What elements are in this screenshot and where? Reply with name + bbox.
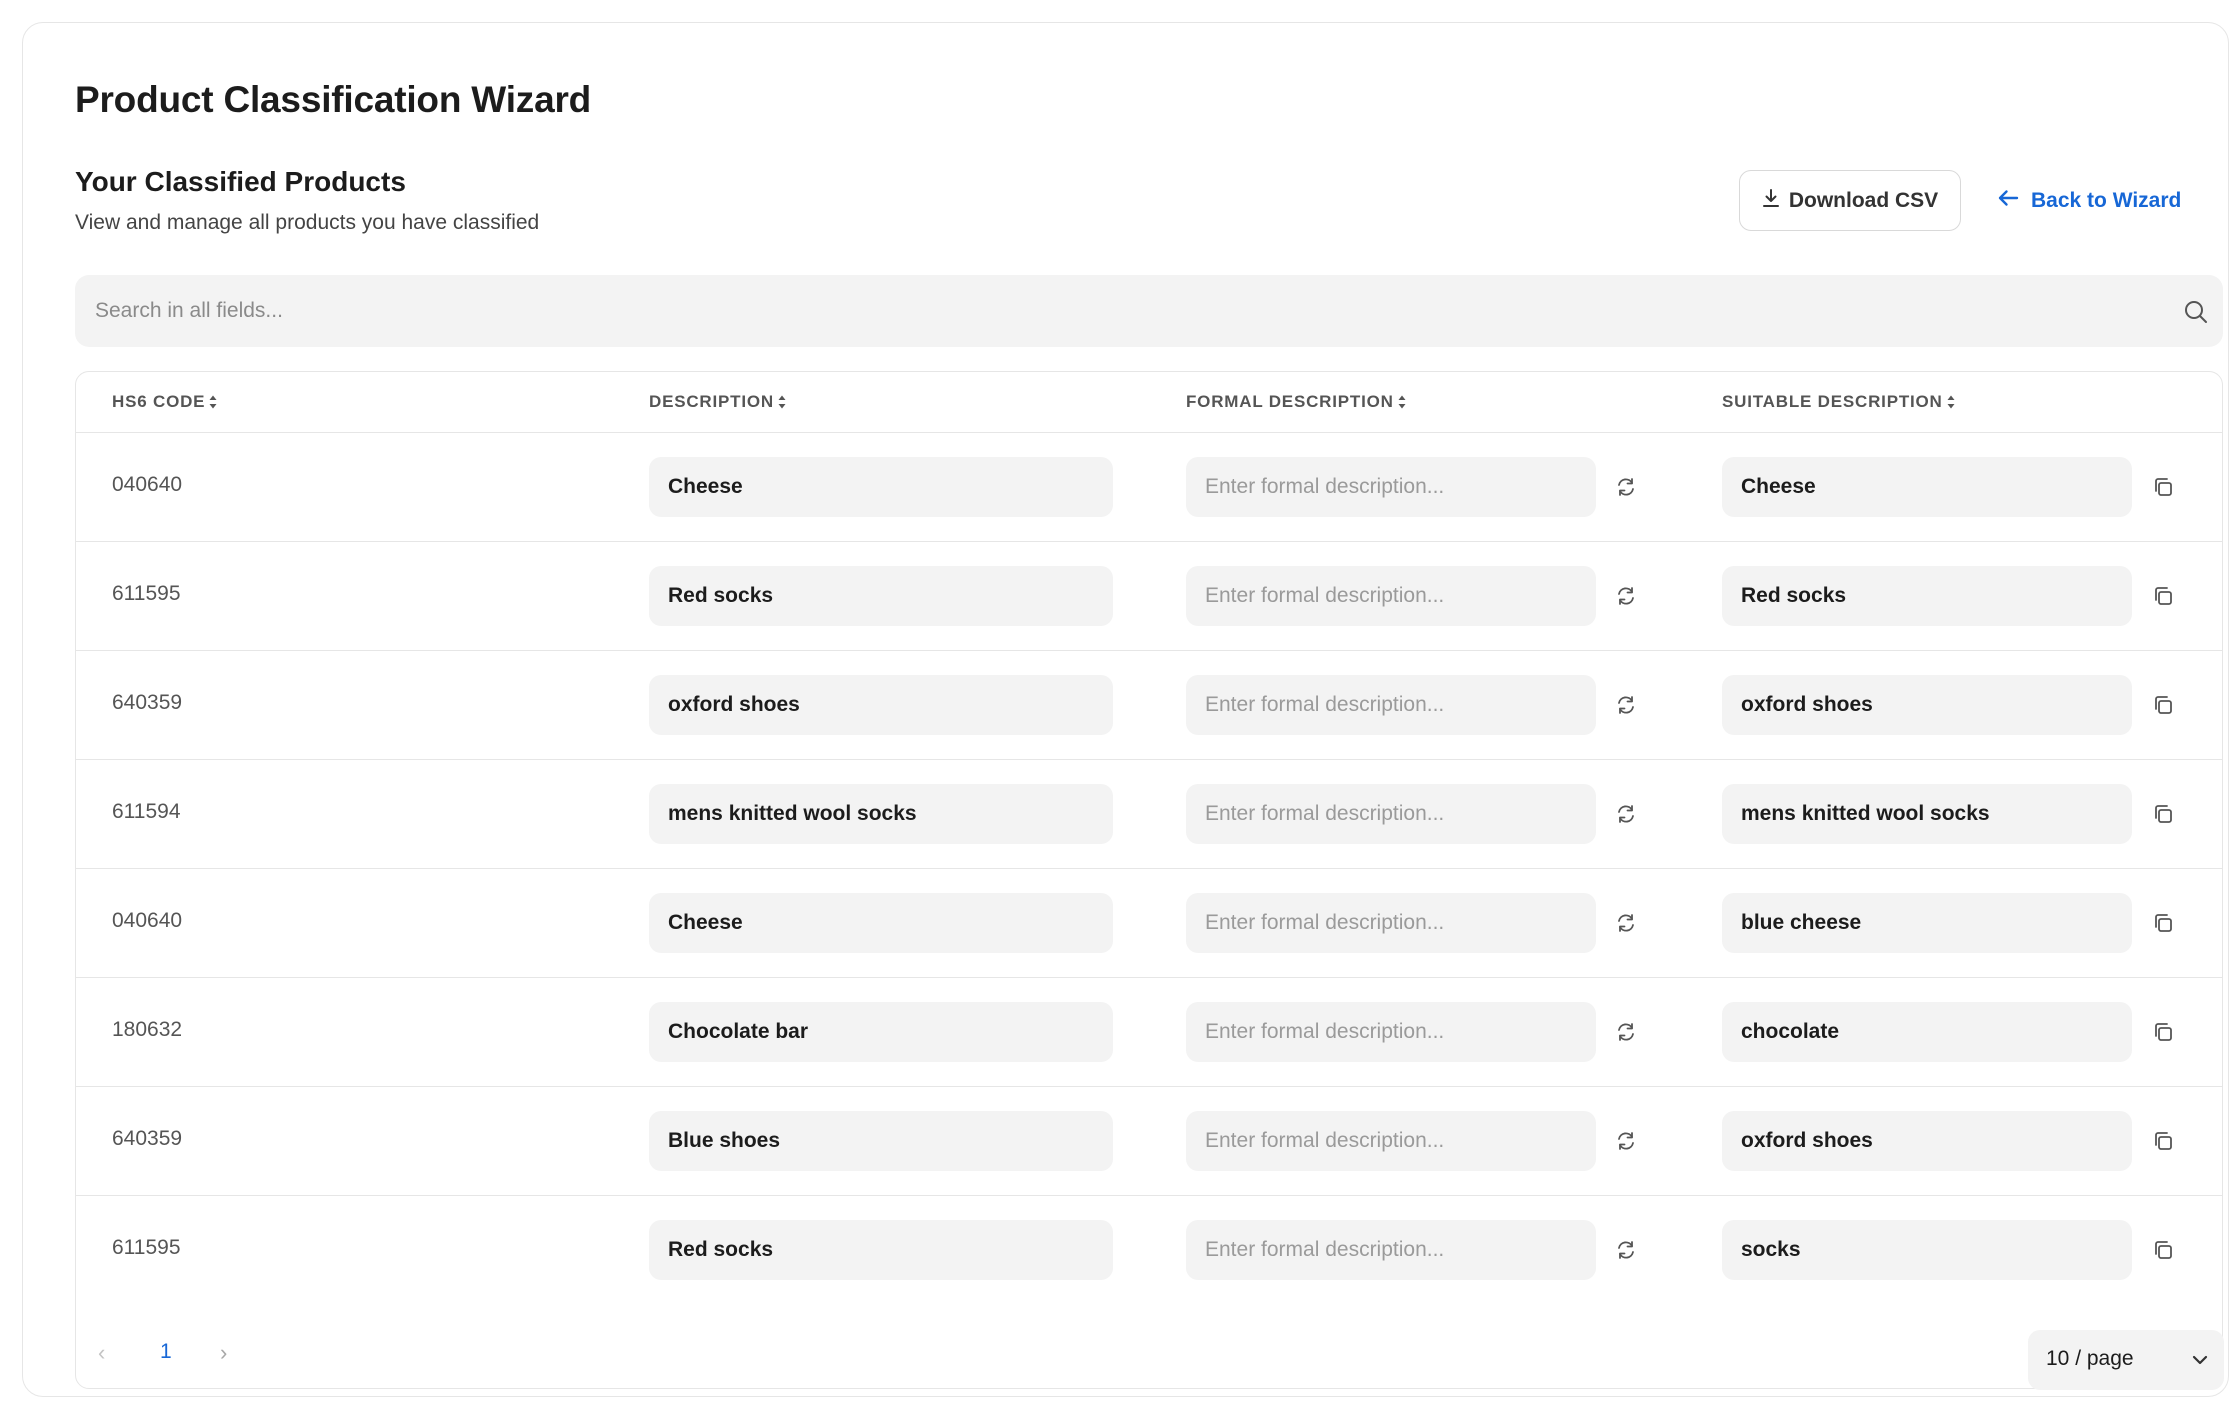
- hs6-code: 640359: [112, 691, 183, 714]
- table-row: 040640: [76, 869, 2222, 978]
- description-input[interactable]: [649, 1002, 1113, 1062]
- suitable-description-input[interactable]: [1722, 893, 2132, 953]
- formal-description-input[interactable]: [1186, 457, 1596, 517]
- refresh-icon[interactable]: [1612, 691, 1640, 719]
- formal-description-input[interactable]: [1186, 784, 1596, 844]
- pagination-next-button[interactable]: ›: [220, 1340, 227, 1366]
- refresh-icon[interactable]: [1612, 1018, 1640, 1046]
- refresh-icon[interactable]: [1612, 800, 1640, 828]
- description-input[interactable]: [649, 1220, 1113, 1280]
- table-row: 640359: [76, 651, 2222, 760]
- description-input[interactable]: [649, 1111, 1113, 1171]
- table-row: 180632: [76, 978, 2222, 1087]
- column-header-suitable-description[interactable]: SUITABLE DESCRIPTION: [1722, 392, 1956, 412]
- back-to-wizard-link[interactable]: Back to Wizard: [1997, 170, 2197, 231]
- page-title: Product Classification Wizard: [75, 79, 592, 120]
- page-size-value: 10 / page: [2046, 1347, 2134, 1370]
- copy-icon[interactable]: [2149, 1018, 2177, 1046]
- refresh-icon[interactable]: [1612, 909, 1640, 937]
- hs6-code: 611595: [112, 582, 181, 605]
- description-input[interactable]: [649, 675, 1113, 735]
- chevron-down-icon: [2190, 1350, 2210, 1375]
- formal-description-input[interactable]: [1186, 675, 1596, 735]
- suitable-description-input[interactable]: [1722, 1002, 2132, 1062]
- formal-description-input[interactable]: [1186, 1111, 1596, 1171]
- column-header-formal-description[interactable]: FORMAL DESCRIPTION: [1186, 392, 1407, 412]
- sort-icon: [209, 395, 217, 409]
- description-input[interactable]: [649, 457, 1113, 517]
- download-icon: [1762, 188, 1780, 214]
- copy-icon[interactable]: [2149, 1127, 2177, 1155]
- copy-icon[interactable]: [2149, 909, 2177, 937]
- download-csv-button[interactable]: Download CSV: [1739, 170, 1961, 231]
- arrow-left-icon: [1997, 188, 2019, 214]
- copy-icon[interactable]: [2149, 1236, 2177, 1264]
- hs6-code: 040640: [112, 909, 183, 932]
- download-csv-label: Download CSV: [1788, 188, 1939, 212]
- table-header: HS6 CODE DESCRIPTION FORMAL DESCRIPTION …: [76, 372, 2222, 433]
- suitable-description-input[interactable]: [1722, 784, 2132, 844]
- copy-icon[interactable]: [2149, 582, 2177, 610]
- description-input[interactable]: [649, 566, 1113, 626]
- suitable-description-input[interactable]: [1722, 457, 2132, 517]
- table-row: 611595: [76, 542, 2222, 651]
- refresh-icon[interactable]: [1612, 1127, 1640, 1155]
- hs6-code: 611594: [112, 800, 181, 823]
- search-bar: [75, 275, 2223, 347]
- column-header-hs6-code[interactable]: HS6 CODE: [112, 392, 218, 412]
- hs6-code: 611595: [112, 1236, 181, 1259]
- copy-icon[interactable]: [2149, 473, 2177, 501]
- hs6-code: 180632: [112, 1018, 183, 1041]
- back-to-wizard-label: Back to Wizard: [2031, 188, 2182, 212]
- table-row: 640359: [76, 1087, 2222, 1196]
- description-input[interactable]: [649, 893, 1113, 953]
- refresh-icon[interactable]: [1612, 1236, 1640, 1264]
- section-subtitle: View and manage all products you have cl…: [75, 211, 540, 234]
- table-row: 040640: [76, 433, 2222, 542]
- formal-description-input[interactable]: [1186, 1002, 1596, 1062]
- copy-icon[interactable]: [2149, 691, 2177, 719]
- refresh-icon[interactable]: [1612, 473, 1640, 501]
- classified-products-table: HS6 CODE DESCRIPTION FORMAL DESCRIPTION …: [75, 371, 2224, 1390]
- suitable-description-input[interactable]: [1722, 1111, 2132, 1171]
- hs6-code: 640359: [112, 1127, 183, 1150]
- suitable-description-input[interactable]: [1722, 675, 2132, 735]
- formal-description-input[interactable]: [1186, 1220, 1596, 1280]
- column-header-description[interactable]: DESCRIPTION: [649, 392, 787, 412]
- section-title: Your Classified Products: [75, 166, 406, 197]
- pagination-page-1[interactable]: 1: [160, 1340, 172, 1364]
- table-row: 611594: [76, 760, 2222, 869]
- description-input[interactable]: [649, 784, 1113, 844]
- copy-icon[interactable]: [2149, 800, 2177, 828]
- table-row: 611595: [76, 1196, 2222, 1305]
- sort-icon: [778, 395, 786, 409]
- page-size-select[interactable]: 10 / page: [2028, 1330, 2224, 1390]
- search-icon[interactable]: [2183, 299, 2209, 330]
- search-input[interactable]: [75, 275, 2223, 347]
- sort-icon: [1398, 395, 1406, 409]
- sort-icon: [1947, 395, 1955, 409]
- suitable-description-input[interactable]: [1722, 566, 2132, 626]
- refresh-icon[interactable]: [1612, 582, 1640, 610]
- hs6-code: 040640: [112, 473, 183, 496]
- suitable-description-input[interactable]: [1722, 1220, 2132, 1280]
- formal-description-input[interactable]: [1186, 893, 1596, 953]
- formal-description-input[interactable]: [1186, 566, 1596, 626]
- pagination-prev-button[interactable]: ‹: [98, 1340, 105, 1366]
- main-card: Product Classification Wizard Your Class…: [22, 22, 2229, 1397]
